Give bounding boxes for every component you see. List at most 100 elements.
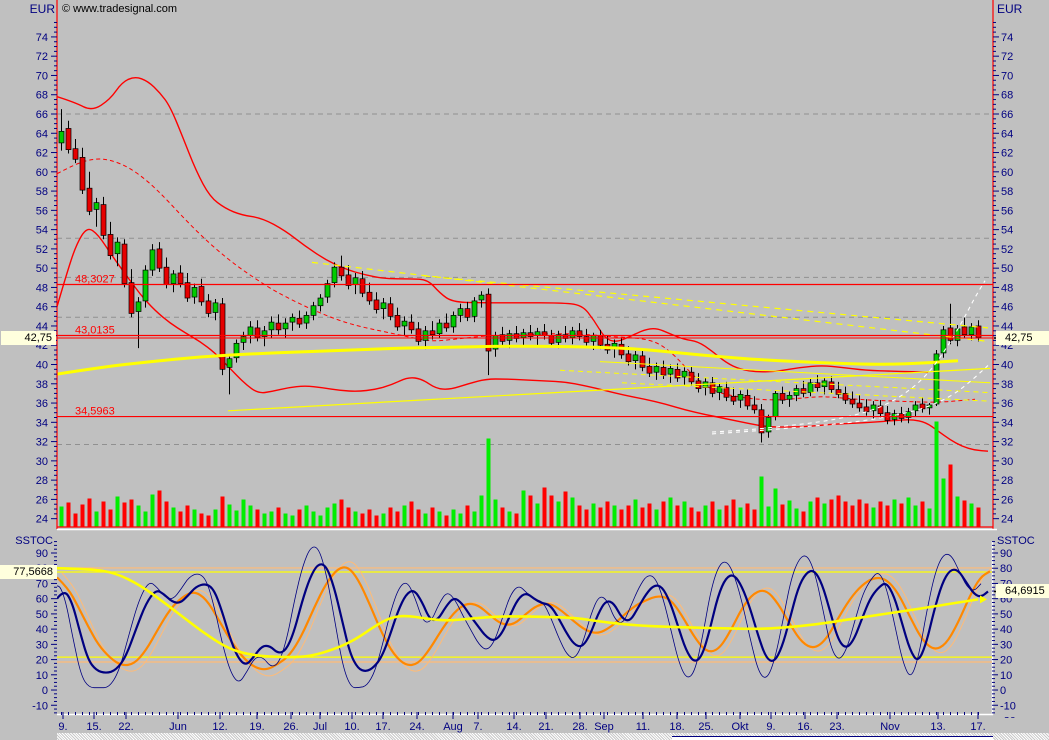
candle-down — [430, 331, 435, 335]
volume-bar — [207, 516, 211, 527]
volume-bar — [242, 500, 246, 527]
volume-bar — [564, 492, 568, 527]
volume-bar — [60, 507, 64, 527]
candle-down — [465, 309, 470, 318]
candle-up — [332, 267, 337, 282]
yellow-trend-rising — [228, 368, 990, 410]
axis-label: 58 — [36, 186, 48, 198]
volume-bar — [312, 512, 316, 527]
volume-bar — [319, 516, 323, 527]
axis-label: 72 — [1001, 51, 1013, 63]
candle-up — [318, 298, 323, 306]
axis-label: 40 — [36, 360, 48, 372]
candle-down — [367, 292, 372, 301]
volume-bar — [942, 479, 946, 527]
volume-bar — [445, 516, 449, 527]
chart-canvas[interactable]: 48,302743,013534,59637474727270706868666… — [0, 0, 1049, 740]
candle-up — [213, 303, 218, 313]
candle-down — [486, 294, 491, 351]
axis-label: 38 — [1001, 379, 1013, 391]
candle-up — [402, 321, 407, 326]
axis-label: Jun — [169, 721, 187, 733]
axis-label: 28 — [1001, 475, 1013, 487]
volume-bar — [137, 506, 141, 527]
volume-bar — [809, 502, 813, 527]
axis-label: -10 — [32, 700, 48, 712]
volume-bar — [235, 511, 239, 527]
axis-label: 36 — [1001, 398, 1013, 410]
volume-bar — [508, 512, 512, 527]
volume-bar — [249, 506, 253, 527]
candle-down — [80, 157, 85, 190]
candle-down — [920, 404, 925, 409]
candle-down — [864, 407, 869, 412]
yellow-ma-arrow — [980, 595, 987, 603]
candle-down — [255, 328, 260, 338]
volume-bar — [480, 496, 484, 527]
axis-label: 0 — [42, 685, 48, 697]
stoch-yellow-ma — [57, 568, 978, 657]
candle-down — [66, 128, 71, 149]
volume-bar — [466, 506, 470, 527]
candle-down — [444, 323, 449, 328]
axis-label: 17. — [970, 721, 985, 733]
axis-label: 18. — [669, 721, 684, 733]
axis-label: 23. — [829, 721, 844, 733]
volume-bar — [907, 498, 911, 527]
volume-bar — [88, 499, 92, 527]
current-price-box-right: 42,75 — [996, 331, 1049, 345]
candle-down — [388, 304, 393, 317]
candle-down — [360, 279, 365, 293]
volume-bar — [417, 510, 421, 527]
volume-bar — [760, 477, 764, 527]
stoch-axis-clipped: -20 — [1000, 715, 1016, 727]
candle-down — [829, 382, 834, 390]
volume-bar — [165, 502, 169, 527]
candle-down — [178, 273, 183, 284]
volume-bar — [613, 506, 617, 527]
candle-up — [437, 323, 442, 334]
axis-label: 14. — [506, 721, 521, 733]
volume-bar — [193, 510, 197, 527]
volume-bar — [781, 505, 785, 527]
volume-bar — [424, 514, 428, 527]
candle-down — [122, 244, 127, 284]
candle-up — [283, 323, 288, 329]
volume-bar — [844, 502, 848, 527]
candle-up — [192, 287, 197, 297]
volume-bar — [851, 506, 855, 527]
candle-up — [787, 395, 792, 399]
volume-bar — [186, 506, 190, 527]
axis-label: 30 — [36, 456, 48, 468]
axis-label: -20 — [1000, 715, 1016, 727]
axis-label: 70 — [36, 70, 48, 82]
volume-bar — [389, 508, 393, 527]
main-price-panel: 48,302743,013534,5963 — [57, 78, 993, 527]
volume-bar — [935, 422, 939, 527]
current-price-box-left: 42,75 — [1, 331, 56, 345]
candle-down — [752, 405, 757, 410]
candle-down — [759, 410, 764, 433]
axis-label: 38 — [36, 379, 48, 391]
axis-label: 19. — [249, 721, 264, 733]
scrollbar-thumb[interactable] — [672, 736, 993, 740]
axis-label: 36 — [36, 398, 48, 410]
axis-label: 26. — [283, 721, 298, 733]
volume-bar — [739, 508, 743, 527]
volume-bar — [725, 506, 729, 527]
volume-bar — [774, 489, 778, 527]
volume-bar — [333, 504, 337, 527]
volume-bar — [977, 508, 981, 527]
candle-up — [682, 371, 687, 377]
axis-label: 50 — [1001, 263, 1013, 275]
volume-bars — [60, 422, 981, 527]
volume-bar — [620, 510, 624, 527]
volume-bar — [578, 506, 582, 527]
candle-down — [640, 356, 645, 368]
candle-down — [339, 267, 344, 276]
axis-label: 16. — [797, 721, 812, 733]
candle-down — [297, 318, 302, 324]
volume-bar — [893, 500, 897, 527]
axis-label: 56 — [1001, 205, 1013, 217]
candle-down — [549, 336, 554, 344]
